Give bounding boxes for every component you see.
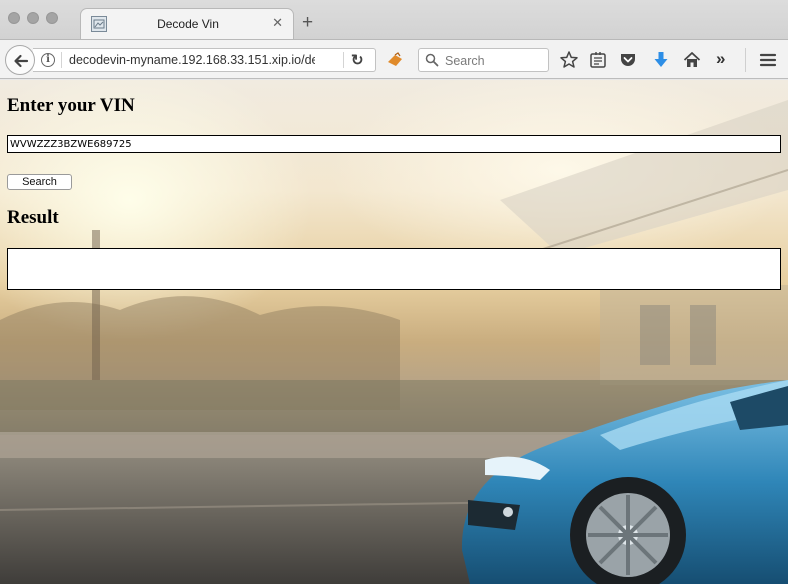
- url-divider: [61, 52, 62, 68]
- minimize-window-button[interactable]: [27, 12, 39, 24]
- zoom-window-button[interactable]: [46, 12, 58, 24]
- close-window-button[interactable]: [8, 12, 20, 24]
- result-output: [7, 248, 781, 290]
- reload-icon[interactable]: ↻: [351, 53, 364, 68]
- new-tab-button[interactable]: +: [302, 13, 313, 32]
- result-heading: Result: [7, 207, 59, 228]
- pocket-icon[interactable]: [618, 50, 638, 70]
- page-favicon-icon: [91, 16, 107, 32]
- url-divider: [343, 52, 344, 68]
- toolbar-divider: [745, 48, 746, 72]
- download-icon[interactable]: [651, 50, 671, 70]
- navigation-toolbar: i decodevin-myname.192.168.33.151.xip.io…: [0, 39, 788, 79]
- reading-list-icon[interactable]: [588, 50, 608, 70]
- extension-icon[interactable]: [386, 52, 404, 68]
- enter-vin-heading: Enter your VIN: [7, 95, 135, 116]
- url-bar[interactable]: i decodevin-myname.192.168.33.151.xip.io…: [33, 48, 376, 72]
- url-text[interactable]: decodevin-myname.192.168.33.151.xip.io/d…: [69, 53, 315, 67]
- site-info-icon[interactable]: i: [41, 53, 55, 67]
- tab-close-icon[interactable]: ✕: [272, 16, 283, 30]
- bookmark-star-icon[interactable]: [559, 50, 579, 70]
- hamburger-menu-icon[interactable]: [758, 50, 778, 70]
- tab-decode-vin[interactable]: Decode Vin ✕: [80, 8, 294, 39]
- search-icon: [425, 53, 439, 67]
- search-button[interactable]: Search: [7, 174, 72, 190]
- overflow-menu-icon[interactable]: »: [716, 49, 725, 69]
- back-button[interactable]: [5, 45, 35, 75]
- tab-title: Decode Vin: [157, 17, 219, 31]
- vin-input[interactable]: [7, 135, 781, 153]
- home-icon[interactable]: [682, 50, 702, 70]
- page-content: Enter your VIN Search Result: [0, 80, 788, 584]
- car-background-image: [0, 100, 788, 584]
- search-placeholder: Search: [445, 54, 485, 68]
- back-arrow-icon: [14, 54, 29, 68]
- search-bar[interactable]: Search: [418, 48, 549, 72]
- tab-strip: Decode Vin ✕ +: [0, 0, 788, 39]
